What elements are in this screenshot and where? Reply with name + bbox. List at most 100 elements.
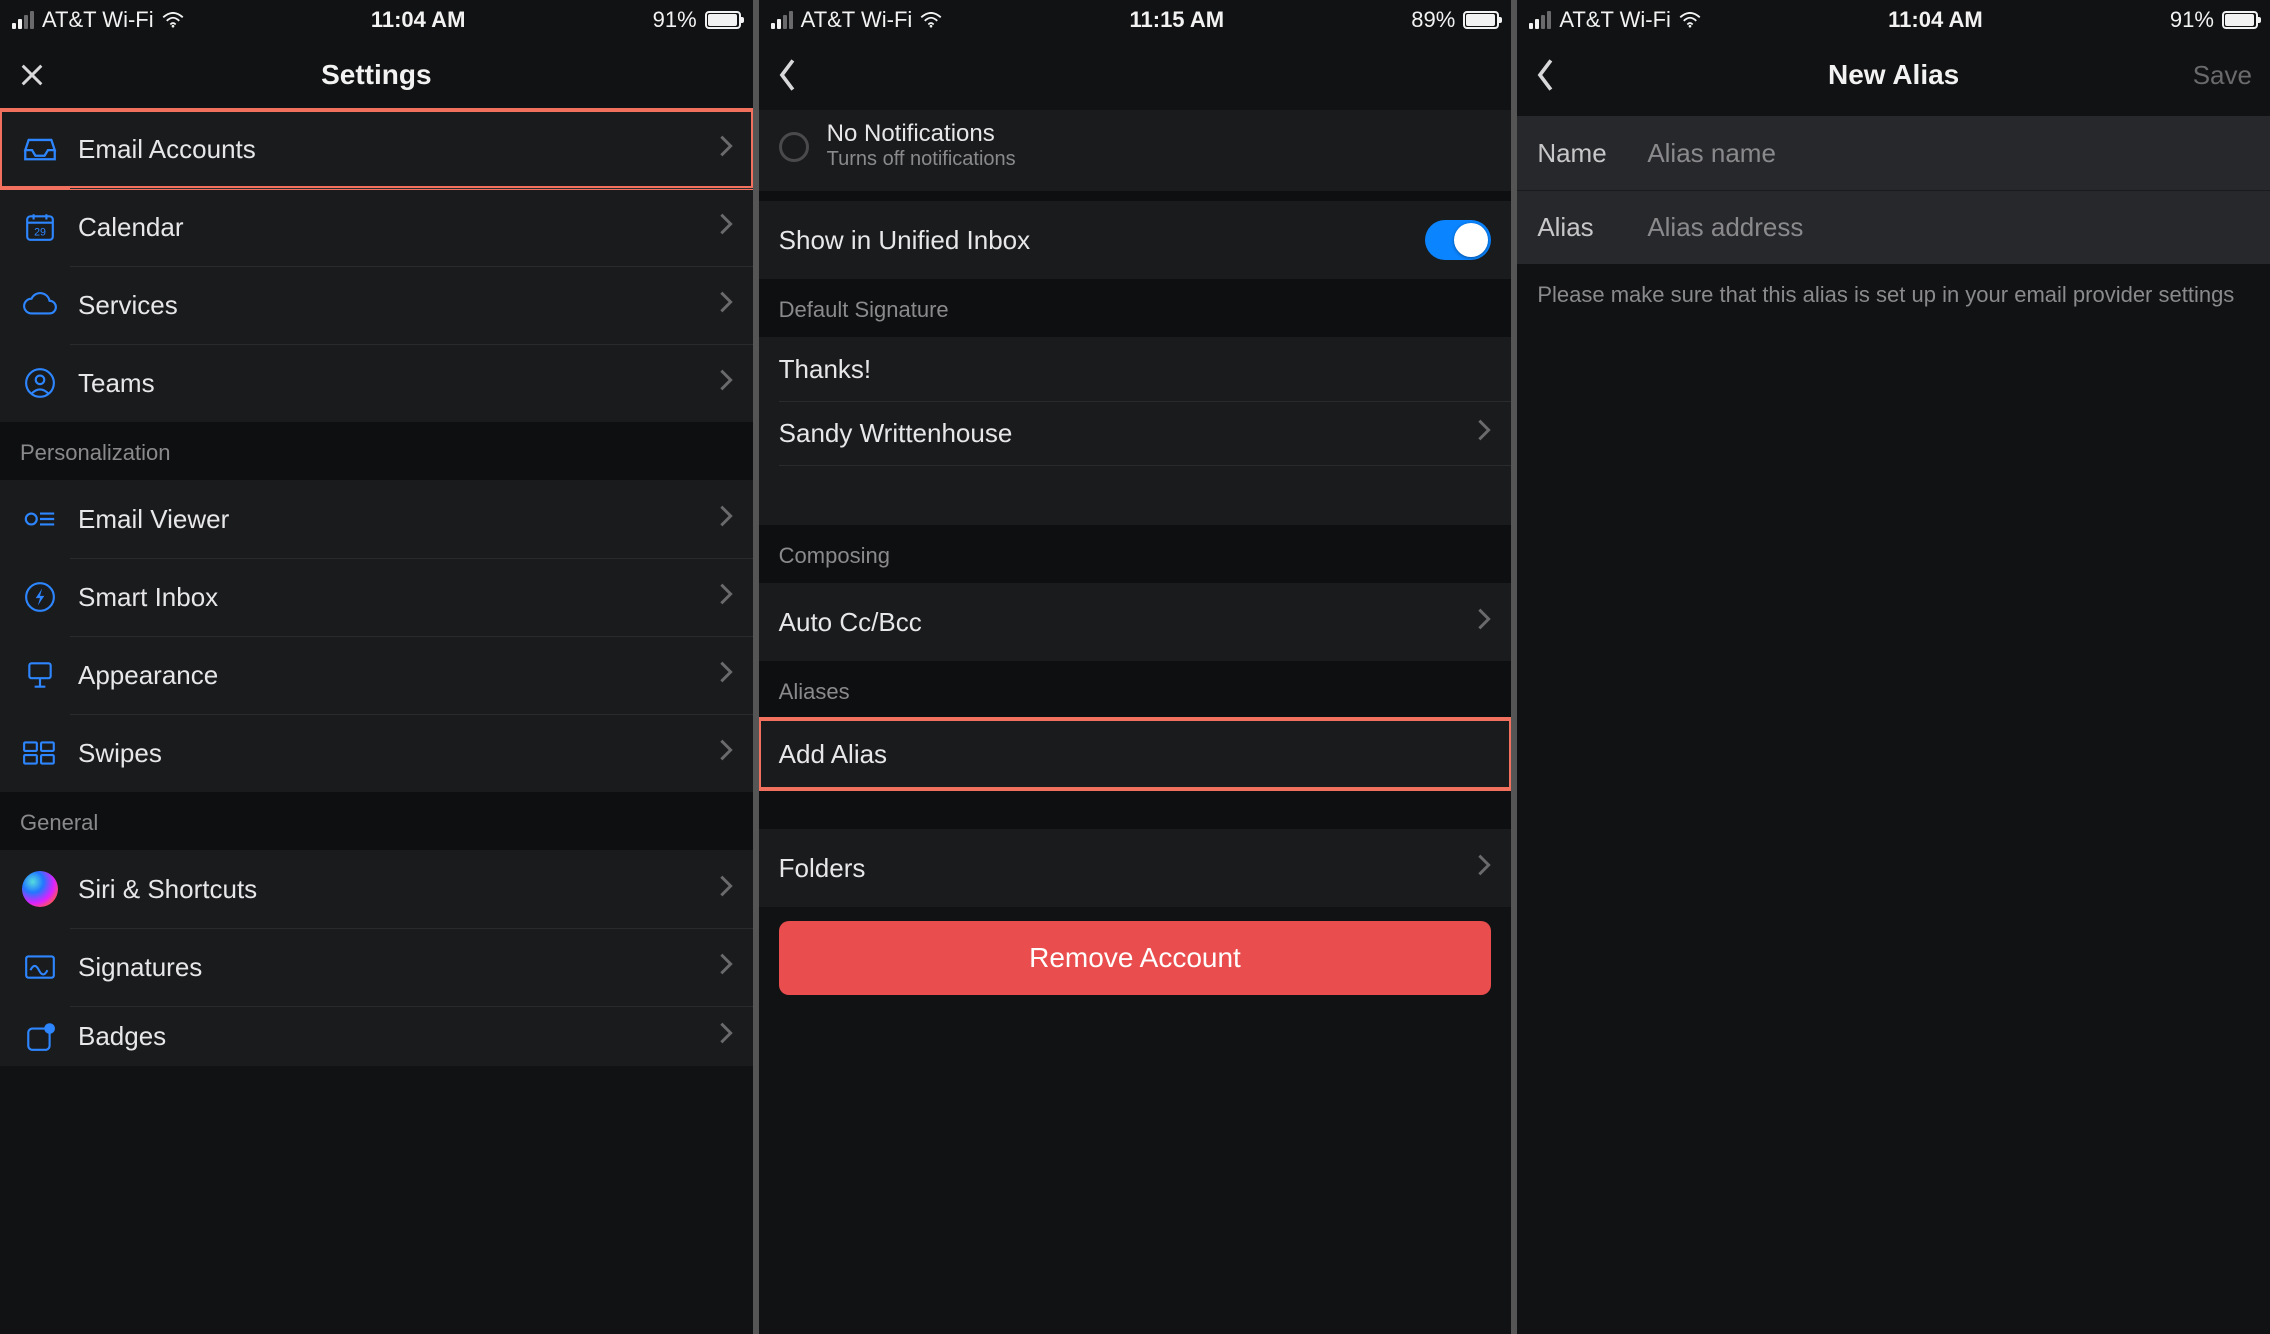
chevron-left-icon <box>777 58 799 92</box>
clock: 11:15 AM <box>1129 7 1224 33</box>
alias-hint: Please make sure that this alias is set … <box>1517 264 2270 326</box>
row-email-viewer[interactable]: Email Viewer <box>0 480 753 558</box>
field-alias-label: Alias <box>1537 212 1647 243</box>
chevron-right-icon <box>719 582 733 613</box>
row-swipes[interactable]: Swipes <box>0 714 753 792</box>
field-name-label: Name <box>1537 138 1647 169</box>
battery-percent: 89% <box>1411 7 1455 33</box>
row-label: Appearance <box>78 660 719 691</box>
save-button[interactable]: Save <box>2175 40 2270 110</box>
chevron-right-icon <box>719 952 733 983</box>
screen-settings: AT&T Wi-Fi 11:04 AM 91% Settings Email A… <box>0 0 753 1334</box>
signature-preview: Thanks! <box>759 337 1512 401</box>
siri-icon <box>20 869 60 909</box>
bolt-icon <box>20 577 60 617</box>
row-appearance[interactable]: Appearance <box>0 636 753 714</box>
nav-bar: Settings <box>0 40 753 110</box>
carrier-label: AT&T Wi-Fi <box>801 7 913 33</box>
chevron-right-icon <box>719 738 733 769</box>
swipes-icon <box>20 733 60 773</box>
section-aliases: Aliases <box>759 661 1512 719</box>
remove-label: Remove Account <box>1029 942 1241 974</box>
wifi-icon <box>920 12 942 28</box>
back-button[interactable] <box>759 40 817 110</box>
page-title: New Alias <box>1828 59 1959 91</box>
wifi-icon <box>1679 12 1701 28</box>
appearance-icon <box>20 655 60 695</box>
row-label: Email Accounts <box>78 134 719 165</box>
blank-row <box>759 465 1512 525</box>
row-teams[interactable]: Teams <box>0 344 753 422</box>
close-button[interactable] <box>0 40 64 110</box>
signal-bars-icon <box>771 11 793 29</box>
option-subtitle: Turns off notifications <box>827 148 1016 171</box>
row-siri-shortcuts[interactable]: Siri & Shortcuts <box>0 850 753 928</box>
row-auto-ccbcc[interactable]: Auto Cc/Bcc <box>759 583 1512 661</box>
chevron-right-icon <box>719 134 733 165</box>
row-badges[interactable]: Badges <box>0 1006 753 1066</box>
row-signatures[interactable]: Signatures <box>0 928 753 1006</box>
option-title: No Notifications <box>827 120 1016 148</box>
wifi-icon <box>162 12 184 28</box>
row-label: Smart Inbox <box>78 582 719 613</box>
signal-bars-icon <box>12 11 34 29</box>
chevron-right-icon <box>719 874 733 905</box>
carrier-label: AT&T Wi-Fi <box>42 7 154 33</box>
row-email-accounts[interactable]: Email Accounts <box>0 110 753 188</box>
chevron-right-icon <box>719 290 733 321</box>
row-smart-inbox[interactable]: Smart Inbox <box>0 558 753 636</box>
field-alias-placeholder: Alias address <box>1647 212 1803 243</box>
status-bar: AT&T Wi-Fi 11:04 AM 91% <box>0 0 753 40</box>
svg-text:29: 29 <box>34 227 46 239</box>
screen-account-detail: AT&T Wi-Fi 11:15 AM 89% No Notifications… <box>759 0 1512 1334</box>
nav-bar <box>759 40 1512 110</box>
row-label: Auto Cc/Bcc <box>779 607 1478 638</box>
cloud-icon <box>20 285 60 325</box>
row-label: Siri & Shortcuts <box>78 874 719 905</box>
chevron-right-icon <box>1477 418 1491 449</box>
page-title: Settings <box>321 59 431 91</box>
status-bar: AT&T Wi-Fi 11:15 AM 89% <box>759 0 1512 40</box>
section-composing: Composing <box>759 525 1512 583</box>
section-general: General <box>0 792 753 850</box>
toggle-on[interactable] <box>1425 220 1491 260</box>
row-label: Calendar <box>78 212 719 243</box>
chevron-right-icon <box>719 368 733 399</box>
person-icon <box>20 363 60 403</box>
battery-percent: 91% <box>653 7 697 33</box>
status-bar: AT&T Wi-Fi 11:04 AM 91% <box>1517 0 2270 40</box>
clock: 11:04 AM <box>1888 7 1983 33</box>
chevron-left-icon <box>1535 58 1557 92</box>
row-add-alias[interactable]: Add Alias <box>759 719 1512 789</box>
row-folders[interactable]: Folders <box>759 829 1512 907</box>
row-label: Sandy Writtenhouse <box>779 418 1478 449</box>
field-alias[interactable]: Alias Alias address <box>1517 190 2270 264</box>
remove-account-button[interactable]: Remove Account <box>779 921 1492 995</box>
chevron-right-icon <box>719 504 733 535</box>
signature-icon <box>20 947 60 987</box>
row-label: Folders <box>779 853 1478 884</box>
battery-icon <box>705 11 741 29</box>
chevron-right-icon <box>719 1021 733 1052</box>
option-no-notifications[interactable]: No Notifications Turns off notifications <box>759 110 1512 191</box>
row-unified-inbox[interactable]: Show in Unified Inbox <box>759 201 1512 279</box>
calendar-icon: 29 <box>20 207 60 247</box>
battery-icon <box>2222 11 2258 29</box>
row-label: Show in Unified Inbox <box>779 225 1426 256</box>
field-name[interactable]: Name Alias name <box>1517 116 2270 190</box>
carrier-label: AT&T Wi-Fi <box>1559 7 1671 33</box>
field-name-placeholder: Alias name <box>1647 138 1776 169</box>
battery-percent: 91% <box>2170 7 2214 33</box>
chevron-right-icon <box>1477 607 1491 638</box>
row-services[interactable]: Services <box>0 266 753 344</box>
row-signature-name[interactable]: Sandy Writtenhouse <box>759 401 1512 465</box>
chevron-right-icon <box>1477 853 1491 884</box>
clock: 11:04 AM <box>371 7 466 33</box>
battery-icon <box>1463 11 1499 29</box>
screen-new-alias: AT&T Wi-Fi 11:04 AM 91% New Alias Save N… <box>1517 0 2270 1334</box>
row-calendar[interactable]: 29 Calendar <box>0 188 753 266</box>
signature-text: Thanks! <box>779 354 1492 385</box>
close-icon <box>18 61 46 89</box>
back-button[interactable] <box>1517 40 1575 110</box>
nav-bar: New Alias Save <box>1517 40 2270 110</box>
